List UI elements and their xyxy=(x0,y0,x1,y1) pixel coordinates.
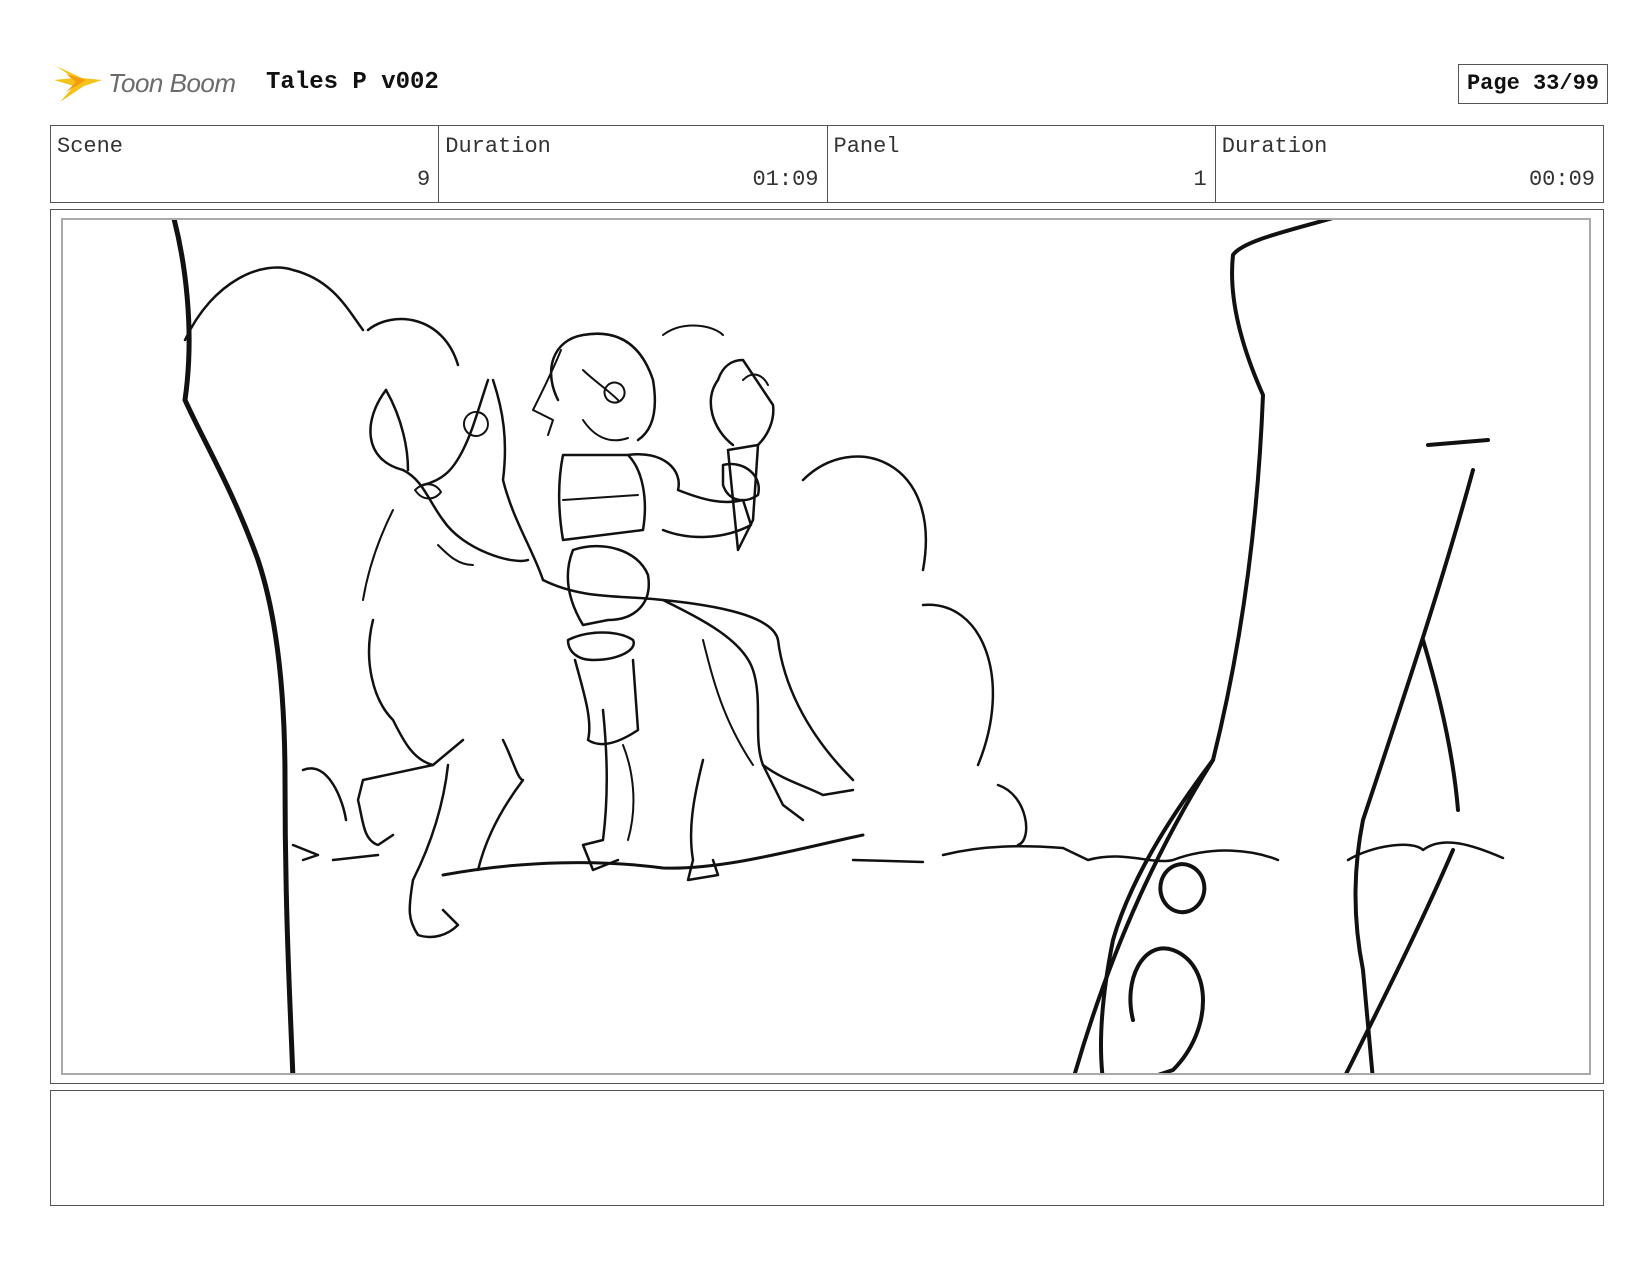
rider-on-horse-sketch xyxy=(171,220,1505,1073)
panel-duration-label: Duration xyxy=(1221,134,1328,159)
scene-duration-label: Duration xyxy=(445,134,551,159)
scene-duration-cell: Duration 01:09 xyxy=(439,126,828,202)
page-header: Toon Boom Tales P v002 Page 33/99 xyxy=(52,56,1608,108)
shot-info-table: Scene 9 Duration 01:09 Panel 1 Duration … xyxy=(50,125,1604,203)
panel-value: 1 xyxy=(1193,167,1207,192)
scene-label: Scene xyxy=(57,134,124,159)
page-indicator: Page 33/99 xyxy=(1457,64,1608,104)
star-burst-icon xyxy=(54,66,102,102)
storyboard-panel xyxy=(50,209,1604,1084)
logo-text: Toon Boom xyxy=(108,68,236,98)
panel-label: Panel xyxy=(833,134,900,159)
panel-duration-cell: Duration 00:09 xyxy=(1216,126,1603,202)
panel-duration-value: 00:09 xyxy=(1528,167,1595,192)
scene-value: 9 xyxy=(417,167,431,192)
panel-drawing-area xyxy=(61,218,1591,1075)
panel-notes-box xyxy=(50,1090,1604,1206)
scene-cell: Scene 9 xyxy=(51,126,440,202)
toon-boom-logo: Toon Boom xyxy=(52,58,252,108)
document-title: Tales P v002 xyxy=(266,69,439,96)
scene-duration-value: 01:09 xyxy=(752,167,819,192)
panel-cell: Panel 1 xyxy=(828,126,1216,202)
